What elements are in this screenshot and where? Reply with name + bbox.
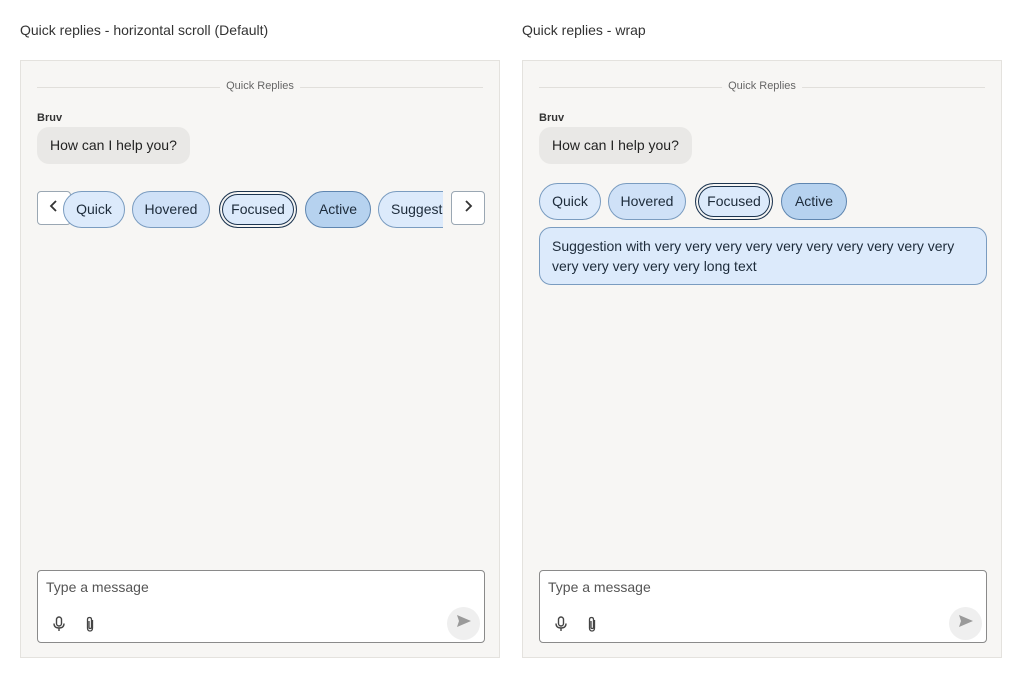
message-input[interactable]: [548, 579, 928, 595]
section-title-wrap: Quick replies - wrap: [522, 22, 646, 38]
quick-reply-chip-focused[interactable]: Focused: [219, 191, 297, 228]
send-icon: [958, 614, 974, 633]
divider-label: Quick Replies: [722, 80, 802, 92]
quick-reply-chip[interactable]: Quick: [63, 191, 125, 228]
sender-name: Bruv: [37, 112, 63, 124]
scroll-next-button[interactable]: [451, 191, 485, 225]
section-title-horizontal-scroll: Quick replies - horizontal scroll (Defau…: [20, 22, 269, 38]
message-input[interactable]: [46, 579, 426, 595]
send-icon: [456, 614, 472, 633]
divider-label: Quick Replies: [220, 80, 300, 92]
chat-panel-horizontal-scroll: Quick Replies Bruv How can I help you? Q…: [20, 60, 500, 658]
paperclip-icon[interactable]: [79, 613, 101, 635]
quick-replies-scroller[interactable]: Quick Hovered Focused Active Suggestion: [57, 191, 443, 228]
quick-reply-chip-hovered[interactable]: Hovered: [608, 183, 686, 220]
message-bubble: How can I help you?: [37, 127, 190, 164]
message-bubble: How can I help you?: [539, 127, 692, 164]
quick-reply-chip-long-suggestion[interactable]: Suggestion with very very very very very…: [539, 227, 987, 285]
chevron-right-icon: [461, 199, 475, 218]
quick-reply-chip-hovered[interactable]: Hovered: [132, 191, 210, 228]
quick-reply-chip-suggestion[interactable]: Suggestion: [378, 191, 443, 228]
quick-reply-chip-active[interactable]: Active: [781, 183, 847, 220]
microphone-icon[interactable]: [550, 613, 572, 635]
quick-reply-chip-focused[interactable]: Focused: [695, 183, 773, 220]
quick-reply-chip-active[interactable]: Active: [305, 191, 371, 228]
send-button[interactable]: [447, 607, 480, 640]
chat-panel-wrap: Quick Replies Bruv How can I help you? Q…: [522, 60, 1002, 658]
sender-name: Bruv: [539, 112, 565, 124]
message-composer: [539, 570, 987, 643]
message-composer: [37, 570, 485, 643]
quick-reply-chip[interactable]: Quick: [539, 183, 601, 220]
microphone-icon[interactable]: [48, 613, 70, 635]
send-button[interactable]: [949, 607, 982, 640]
paperclip-icon[interactable]: [581, 613, 603, 635]
